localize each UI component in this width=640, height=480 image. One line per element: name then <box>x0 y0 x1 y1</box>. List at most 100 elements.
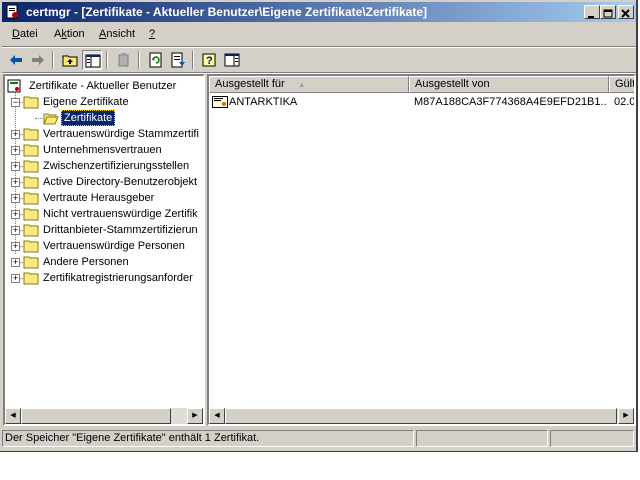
tree-root-label: Zertifikate - Aktueller Benutzer <box>29 80 177 92</box>
cell-valid: 02.0 <box>614 96 636 108</box>
result-list-pane[interactable]: Ausgestellt für ▲ Ausgestellt von Gült A… <box>207 74 636 426</box>
expand-icon[interactable]: + <box>11 257 20 267</box>
tree-item-zertifikatregistrierungsanforder[interactable]: + Zertifikatregistrierungsanforder <box>5 270 203 286</box>
tree-item-label: Zwischenzertifizierungsstellen <box>43 160 190 172</box>
list-horizontal-scrollbar[interactable]: ◀ ▶ <box>209 408 634 424</box>
folder-icon <box>23 272 39 285</box>
tree-item-vertraute-herausgeber[interactable]: + Vertraute Herausgeber <box>5 190 203 206</box>
tree-item-drittanbieter-stammzertifizierun[interactable]: + Drittanbieter-Stammzertifizierun <box>5 222 203 238</box>
menu-aktion[interactable]: Aktion <box>54 28 85 40</box>
console-tree-pane[interactable]: Zertifikate - Aktueller Benutzer − Eigene… <box>3 74 205 426</box>
column-label: Ausgestellt für <box>215 78 285 90</box>
show-hide-action-pane-icon <box>224 53 240 67</box>
tree-guide-line <box>35 118 43 119</box>
tree-item-vertrauensw-rdige-stammzertifi[interactable]: + Vertrauenswürdige Stammzertifi <box>5 126 203 142</box>
scroll-thumb[interactable] <box>21 408 171 424</box>
show-hide-action-pane-button[interactable] <box>222 50 242 70</box>
close-button[interactable] <box>618 5 634 19</box>
scroll-left-button[interactable]: ◀ <box>209 408 225 424</box>
expand-icon[interactable]: + <box>11 161 20 171</box>
tree-item-label: Vertrauenswürdige Personen <box>43 240 185 252</box>
folder-icon <box>23 208 39 221</box>
help-icon: ? <box>202 53 216 67</box>
toolbar-separator <box>106 51 108 69</box>
expand-icon[interactable]: + <box>11 209 20 219</box>
expand-icon[interactable]: + <box>11 225 20 235</box>
certificate-store-icon <box>7 79 21 93</box>
column-header-issued-by[interactable]: Ausgestellt von <box>409 76 609 93</box>
menu-help[interactable]: ? <box>149 28 155 40</box>
menu-ansicht[interactable]: Ansicht <box>99 28 135 40</box>
column-label: Gült <box>615 78 636 90</box>
menu-datei[interactable]: Datei <box>12 28 38 40</box>
scroll-left-button[interactable]: ◀ <box>5 408 21 424</box>
forward-arrow-icon <box>32 55 44 65</box>
show-hide-console-tree-button[interactable] <box>82 50 102 70</box>
collapse-icon[interactable]: − <box>11 97 20 107</box>
certmgr-app-icon[interactable] <box>5 4 21 20</box>
maximize-icon <box>603 9 613 18</box>
status-panel-3 <box>550 430 634 447</box>
up-one-level-button[interactable] <box>60 50 80 70</box>
tree-item-label: Nicht vertrauenswürdige Zertifik <box>43 208 198 220</box>
folder-icon <box>23 224 39 237</box>
show-hide-console-tree-icon <box>85 54 101 68</box>
menu-bar: Datei Aktion Ansicht ? <box>2 24 636 46</box>
back-button[interactable] <box>6 50 26 70</box>
tree-item-label: Zertifikate <box>61 110 116 126</box>
expand-icon[interactable]: + <box>11 241 20 251</box>
expand-icon[interactable]: + <box>11 145 20 155</box>
tree-item-eigene-zertifikate[interactable]: − Eigene Zertifikate <box>5 94 203 110</box>
scroll-thumb[interactable] <box>225 408 617 424</box>
expand-icon[interactable]: + <box>11 177 20 187</box>
help-button[interactable]: ? <box>200 50 220 70</box>
expand-icon[interactable]: + <box>11 193 20 203</box>
svg-text:?: ? <box>206 55 213 67</box>
folder-icon <box>23 160 39 173</box>
tree-item-label: Vertrauenswürdige Stammzertifi <box>43 128 199 140</box>
forward-button[interactable] <box>28 50 48 70</box>
minimize-button[interactable] <box>584 5 600 19</box>
status-panel-2 <box>416 430 548 447</box>
scroll-right-button[interactable]: ▶ <box>618 408 634 424</box>
column-label: Ausgestellt von <box>415 78 490 90</box>
folder-icon <box>23 96 39 109</box>
tree-item-label: Vertraute Herausgeber <box>43 192 155 204</box>
window-title: certmgr - [Zertifikate - Aktueller Benut… <box>26 5 427 19</box>
toolbar: ? <box>2 48 636 72</box>
scroll-right-button[interactable]: ▶ <box>187 408 203 424</box>
tree-item-zwischenzertifizierungsstellen[interactable]: + Zwischenzertifizierungsstellen <box>5 158 203 174</box>
tree-horizontal-scrollbar[interactable]: ◀ ▶ <box>5 408 203 424</box>
export-list-button[interactable] <box>168 50 188 70</box>
folder-icon <box>23 192 39 205</box>
status-text: Der Speicher "Eigene Zertifikate" enthäl… <box>2 430 414 447</box>
tree-item-label: Unternehmensvertrauen <box>43 144 162 156</box>
refresh-button[interactable] <box>146 50 166 70</box>
cell-issued-to: ANTARKTIKA <box>229 96 298 108</box>
tree-item-label: Andere Personen <box>43 256 129 268</box>
refresh-icon <box>149 52 162 68</box>
delete-button[interactable] <box>114 50 134 70</box>
tree-item-andere-personen[interactable]: + Andere Personen <box>5 254 203 270</box>
folder-icon <box>23 256 39 269</box>
app-window: certmgr - [Zertifikate - Aktueller Benut… <box>0 0 638 452</box>
tree-item-vertrauensw-rdige-personen[interactable]: + Vertrauenswürdige Personen <box>5 238 203 254</box>
close-icon <box>621 9 630 18</box>
tree-item-label: Drittanbieter-Stammzertifizierun <box>43 224 198 236</box>
folder-icon <box>23 240 39 253</box>
back-arrow-icon <box>10 55 22 65</box>
expand-icon[interactable]: + <box>11 273 20 283</box>
expand-icon[interactable]: + <box>11 129 20 139</box>
tree-item-zertifikate[interactable]: Zertifikate <box>5 110 203 126</box>
tree-item-active-directory-benutzerobjekt[interactable]: + Active Directory-Benutzerobjekt <box>5 174 203 190</box>
tree-item-label: Eigene Zertifikate <box>43 96 129 108</box>
tree-item-unternehmensvertrauen[interactable]: + Unternehmensvertrauen <box>5 142 203 158</box>
maximize-button[interactable] <box>600 5 616 19</box>
column-header-valid[interactable]: Gült <box>609 76 636 93</box>
toolbar-separator <box>192 51 194 69</box>
tree-item-nicht-vertrauensw-rdige-zertifik[interactable]: + Nicht vertrauenswürdige Zertifik <box>5 206 203 222</box>
tree-item-label: Zertifikatregistrierungsanforder <box>43 272 193 284</box>
title-bar[interactable]: certmgr - [Zertifikate - Aktueller Benut… <box>2 2 636 22</box>
certificate-icon <box>212 96 228 108</box>
column-header-issued-to[interactable]: Ausgestellt für ▲ <box>209 76 409 93</box>
